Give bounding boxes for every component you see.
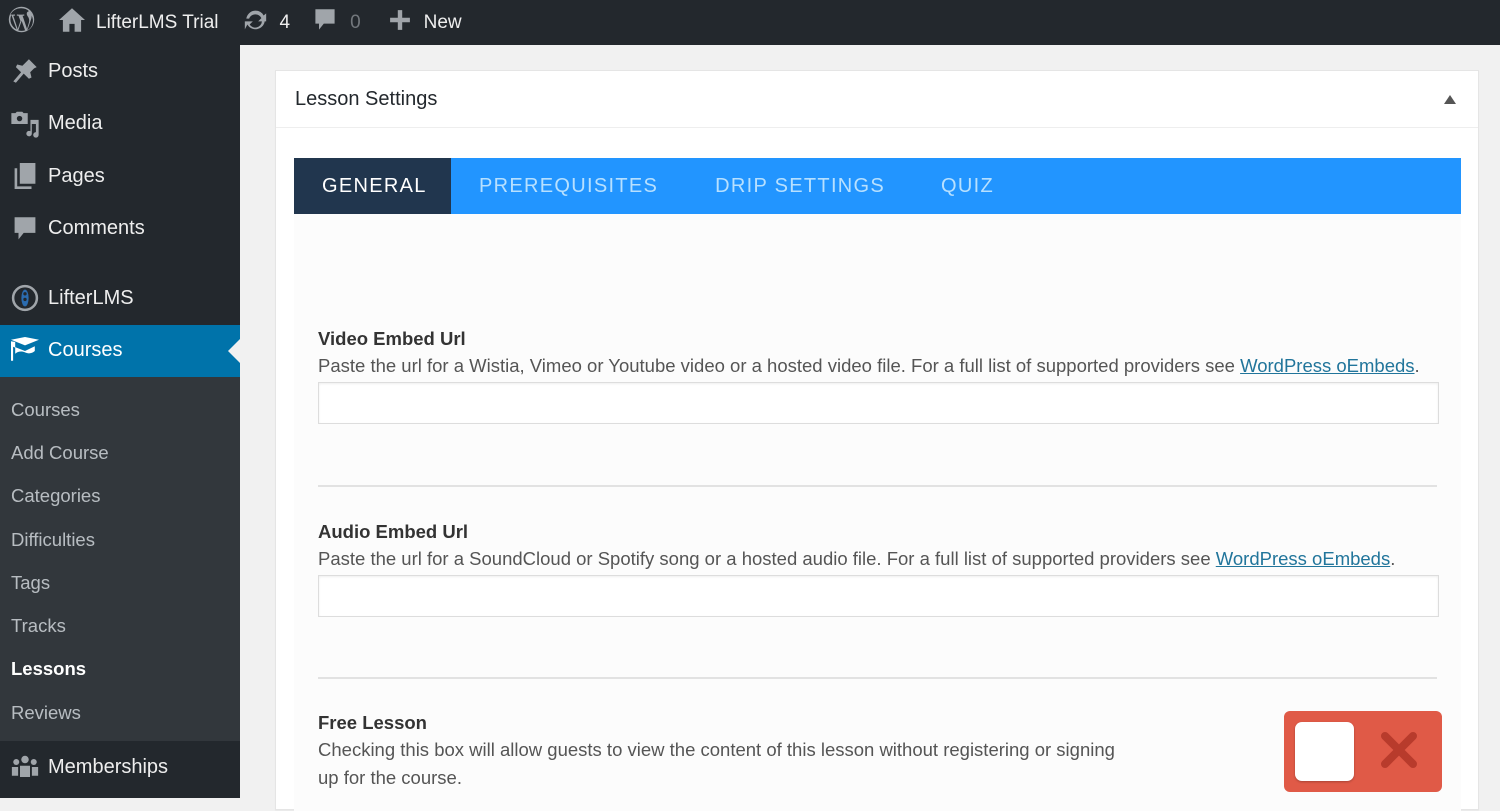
wordpress-logo-menu[interactable] <box>0 0 40 45</box>
description-suffix: . <box>1414 355 1420 376</box>
submenu-item-tracks[interactable]: Tracks <box>0 604 240 647</box>
submenu-item-difficulties[interactable]: Difficulties <box>0 518 240 561</box>
tab-quiz[interactable]: QUIZ <box>913 158 1022 214</box>
video-embed-label: Video Embed Url <box>318 328 466 349</box>
sidebar-item-lifterlms[interactable]: LifterLMS <box>0 272 240 325</box>
lesson-settings-metabox: Lesson Settings GENERAL PREREQUISITES DR… <box>275 70 1479 811</box>
updates-link[interactable]: 4 <box>242 0 290 45</box>
audio-embed-field: Audio Embed Url Paste the url for a Soun… <box>318 519 1439 617</box>
main-content: Lesson Settings GENERAL PREREQUISITES DR… <box>240 45 1500 811</box>
divider <box>318 677 1437 679</box>
free-lesson-description: Checking this box will allow guests to v… <box>318 739 1115 788</box>
tab-general[interactable]: GENERAL <box>294 158 451 214</box>
sidebar-item-media[interactable]: Media <box>0 98 240 151</box>
submenu-item-lessons[interactable]: Lessons <box>0 648 240 691</box>
updates-count: 4 <box>279 11 291 33</box>
admin-bar: LifterLMS Trial 4 0 New <box>0 0 1500 45</box>
media-icon <box>0 110 48 138</box>
sidebar-item-comments[interactable]: Comments <box>0 203 240 256</box>
tab-prerequisites[interactable]: PREREQUISITES <box>451 158 686 214</box>
free-lesson-field: Free Lesson Checking this box will allow… <box>318 710 1138 792</box>
comment-icon <box>314 8 350 38</box>
sidebar-item-label: Media <box>48 112 103 135</box>
wordpress-oembeds-link[interactable]: WordPress oEmbeds <box>1216 548 1390 569</box>
divider <box>318 485 1437 487</box>
sidebar-item-posts[interactable]: Posts <box>0 45 240 98</box>
sidebar-item-label: LifterLMS <box>48 286 134 309</box>
courses-submenu: Courses Add Course Categories Difficulti… <box>0 377 240 742</box>
groups-icon <box>0 754 48 780</box>
comments-count: 0 <box>350 11 361 33</box>
audio-embed-url-input[interactable] <box>318 575 1439 617</box>
video-embed-description: Paste the url for a Wistia, Vimeo or You… <box>318 352 1438 380</box>
sidebar-item-memberships[interactable]: Memberships <box>0 741 240 793</box>
updates-icon <box>242 8 279 38</box>
audio-embed-description: Paste the url for a SoundCloud or Spotif… <box>318 545 1438 573</box>
description-suffix: . <box>1390 548 1396 569</box>
admin-sidebar: Posts Media Pages Comments LifterLMS Cou… <box>0 45 240 798</box>
pin-icon <box>0 58 48 84</box>
description-text: Paste the url for a Wistia, Vimeo or You… <box>318 355 1241 376</box>
description-text: Paste the url for a SoundCloud or Spotif… <box>318 548 1216 569</box>
sidebar-item-label: Posts <box>48 59 99 82</box>
plus-icon <box>389 9 424 37</box>
wordpress-logo-icon <box>8 6 35 39</box>
sidebar-item-label: Comments <box>48 217 145 240</box>
video-embed-url-input[interactable] <box>318 382 1439 424</box>
graduation-cap-icon <box>0 336 48 365</box>
new-label: New <box>423 11 462 33</box>
comment-icon <box>0 216 48 242</box>
close-x-icon <box>1381 732 1417 768</box>
settings-tabs: GENERAL PREREQUISITES DRIP SETTINGS QUIZ <box>294 158 1461 214</box>
new-content-link[interactable]: New <box>389 0 462 45</box>
wordpress-oembeds-link[interactable]: WordPress oEmbeds <box>1240 355 1414 376</box>
free-lesson-toggle[interactable] <box>1284 711 1442 792</box>
sidebar-item-label: Memberships <box>48 755 169 778</box>
submenu-item-courses[interactable]: Courses <box>0 388 240 431</box>
submenu-item-add-course[interactable]: Add Course <box>0 431 240 474</box>
submenu-item-tags[interactable]: Tags <box>0 561 240 604</box>
sidebar-item-label: Pages <box>48 164 105 187</box>
free-lesson-label: Free Lesson <box>318 712 427 733</box>
general-tab-panel: Video Embed Url Paste the url for a Wist… <box>294 214 1461 811</box>
site-name-link[interactable]: LifterLMS Trial <box>59 0 218 45</box>
submenu-item-categories[interactable]: Categories <box>0 475 240 518</box>
site-name: LifterLMS Trial <box>96 11 219 33</box>
audio-embed-label: Audio Embed Url <box>318 521 469 542</box>
metabox-title: Lesson Settings <box>295 87 438 110</box>
collapse-arrow-icon[interactable] <box>1444 94 1456 104</box>
toggle-knob <box>1295 722 1354 781</box>
pages-icon <box>0 163 48 190</box>
video-embed-field: Video Embed Url Paste the url for a Wist… <box>318 326 1439 424</box>
comments-link[interactable]: 0 <box>314 0 361 45</box>
tab-drip-settings[interactable]: DRIP SETTINGS <box>686 158 913 214</box>
home-icon <box>59 7 96 38</box>
metabox-header[interactable]: Lesson Settings <box>276 71 1478 128</box>
lifterlms-icon <box>0 284 48 312</box>
submenu-item-reviews[interactable]: Reviews <box>0 691 240 734</box>
sidebar-item-courses[interactable]: Courses <box>0 324 240 377</box>
sidebar-item-label: Courses <box>48 339 123 362</box>
sidebar-item-pages[interactable]: Pages <box>0 150 240 203</box>
